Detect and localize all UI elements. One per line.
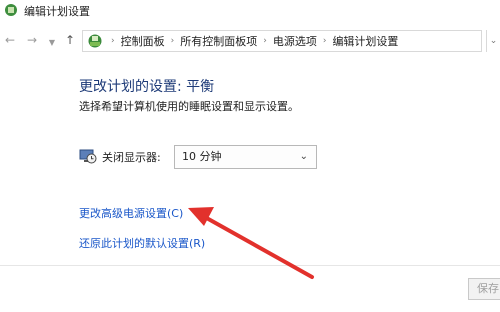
page-title: 更改计划的设置: 平衡 [79, 79, 215, 95]
breadcrumb-separator: › [263, 36, 267, 46]
control-panel-icon [88, 34, 102, 48]
breadcrumb-item-all-items[interactable]: 所有控制面板项 [180, 33, 257, 49]
title-bar: 编辑计划设置 [0, 0, 500, 22]
up-arrow-icon[interactable]: ↑ [62, 32, 78, 48]
display-off-setting: 关闭显示器: 10 分钟 ⌄ [79, 145, 329, 169]
breadcrumb-separator: › [322, 36, 327, 46]
breadcrumb-separator: › [111, 36, 115, 46]
display-off-select[interactable]: 10 分钟 ⌄ [174, 145, 317, 169]
app-control-panel-icon [5, 4, 17, 16]
page-description: 选择希望计算机使用的睡眠设置和显示设置。 [79, 100, 299, 113]
chevron-down-icon[interactable]: ▼ [44, 34, 60, 50]
breadcrumb-item-control-panel[interactable]: 控制面板 [121, 33, 165, 49]
back-arrow-icon[interactable]: ← [2, 32, 18, 48]
navigation-bar: ← → ▼ ↑ › 控制面板 › 所有控制面板项 › 电源选项 › 编辑计划设置… [0, 28, 500, 54]
monitor-clock-icon [79, 149, 97, 164]
display-off-label: 关闭显示器: [102, 151, 161, 164]
forward-arrow-icon[interactable]: → [24, 32, 40, 48]
breadcrumb-item-edit-plan[interactable]: 编辑计划设置 [332, 33, 398, 49]
address-dropdown-icon[interactable]: ⌄ [486, 30, 500, 52]
window-title: 编辑计划设置 [24, 5, 90, 18]
breadcrumb-separator: › [170, 36, 175, 46]
save-button[interactable]: 保存 [468, 278, 500, 300]
footer-divider [0, 265, 500, 266]
chevron-down-icon: ⌄ [299, 151, 308, 162]
restore-defaults-link[interactable]: 还原此计划的默认设置(R) [79, 235, 205, 251]
display-off-selected-value: 10 分钟 [182, 150, 222, 163]
breadcrumb-item-power-options[interactable]: 电源选项 [273, 33, 317, 49]
advanced-power-settings-link[interactable]: 更改高级电源设置(C) [79, 205, 183, 221]
address-bar[interactable]: › 控制面板 › 所有控制面板项 › 电源选项 › 编辑计划设置 [82, 30, 482, 52]
